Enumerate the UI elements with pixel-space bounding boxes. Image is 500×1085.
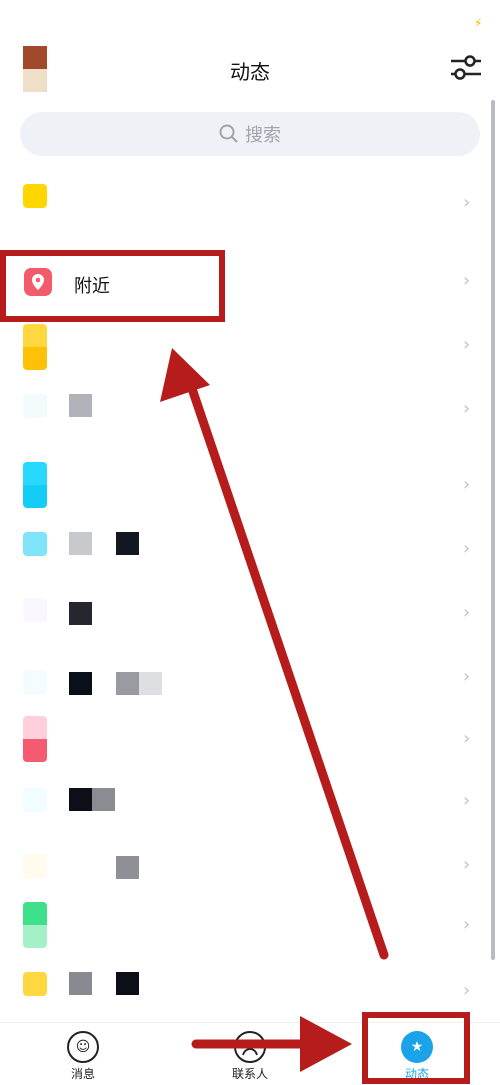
chevron-right-icon: › xyxy=(463,602,471,623)
chevron-right-icon: › xyxy=(463,790,471,811)
list-item-icon xyxy=(23,462,47,508)
list-item-icon xyxy=(23,788,47,812)
blurred-text xyxy=(116,672,139,695)
chevron-right-icon: › xyxy=(463,728,471,749)
chevron-right-icon: › xyxy=(463,538,471,559)
chevron-right-icon: › xyxy=(463,854,471,875)
chevron-right-icon: › xyxy=(463,334,471,355)
chevron-right-icon: › xyxy=(463,270,471,291)
list-item[interactable]: › xyxy=(0,322,500,382)
blurred-text xyxy=(92,788,115,811)
blurred-text xyxy=(116,972,139,995)
search-icon xyxy=(219,124,238,143)
list-item-icon xyxy=(23,184,47,208)
blurred-text xyxy=(69,602,92,625)
blurred-text xyxy=(69,394,92,417)
list-item-icon xyxy=(23,670,47,694)
tab-messages[interactable]: ☺ 消息 xyxy=(38,1031,128,1082)
blurred-text xyxy=(116,856,139,879)
blurred-text xyxy=(69,788,92,811)
header: 动态 ⚡ xyxy=(0,0,500,110)
tab-label: 消息 xyxy=(70,1067,95,1081)
list-item[interactable]: › xyxy=(0,716,500,776)
list-item[interactable]: › xyxy=(0,590,500,650)
blurred-text xyxy=(69,532,92,555)
list-item-icon xyxy=(23,598,47,622)
list-item[interactable]: › xyxy=(0,386,500,446)
list-item[interactable]: › xyxy=(0,462,500,522)
blurred-text xyxy=(69,672,92,695)
contacts-person-icon xyxy=(234,1031,266,1063)
list-item-icon xyxy=(23,716,47,762)
search-placeholder: 搜索 xyxy=(245,125,281,146)
list-item[interactable]: › xyxy=(0,526,500,586)
search-input[interactable]: 搜索 xyxy=(20,112,480,156)
chevron-right-icon: › xyxy=(463,666,471,687)
list-item[interactable]: › xyxy=(0,776,500,836)
tab-contacts[interactable]: 联系人 xyxy=(205,1031,295,1082)
message-smiley-icon: ☺ xyxy=(67,1031,99,1063)
page-title: 动态 xyxy=(230,60,270,84)
blurred-text xyxy=(69,972,92,995)
chevron-right-icon: › xyxy=(463,398,471,419)
blurred-text xyxy=(139,672,162,695)
chevron-right-icon: › xyxy=(463,980,471,1001)
list-item-icon xyxy=(23,324,47,370)
chevron-right-icon: › xyxy=(463,474,471,495)
list-item-icon xyxy=(23,394,47,418)
tab-label: 联系人 xyxy=(231,1067,268,1081)
lightning-icon: ⚡ xyxy=(474,16,483,30)
list-item-icon xyxy=(23,902,47,948)
list-item-icon xyxy=(23,532,47,556)
list-item[interactable]: › xyxy=(0,652,500,712)
list-item[interactable]: › xyxy=(0,176,500,236)
list-item[interactable]: › xyxy=(0,902,500,962)
chevron-right-icon: › xyxy=(463,192,471,213)
chevron-right-icon: › xyxy=(463,914,471,935)
highlight-box-nearby xyxy=(0,250,225,322)
list-item-icon xyxy=(23,972,47,996)
sliders-icon[interactable] xyxy=(448,52,484,84)
list-item[interactable]: › xyxy=(0,842,500,902)
highlight-box-dynamic-tab xyxy=(362,1012,470,1084)
blurred-text xyxy=(116,532,139,555)
list-item-icon xyxy=(23,854,47,878)
